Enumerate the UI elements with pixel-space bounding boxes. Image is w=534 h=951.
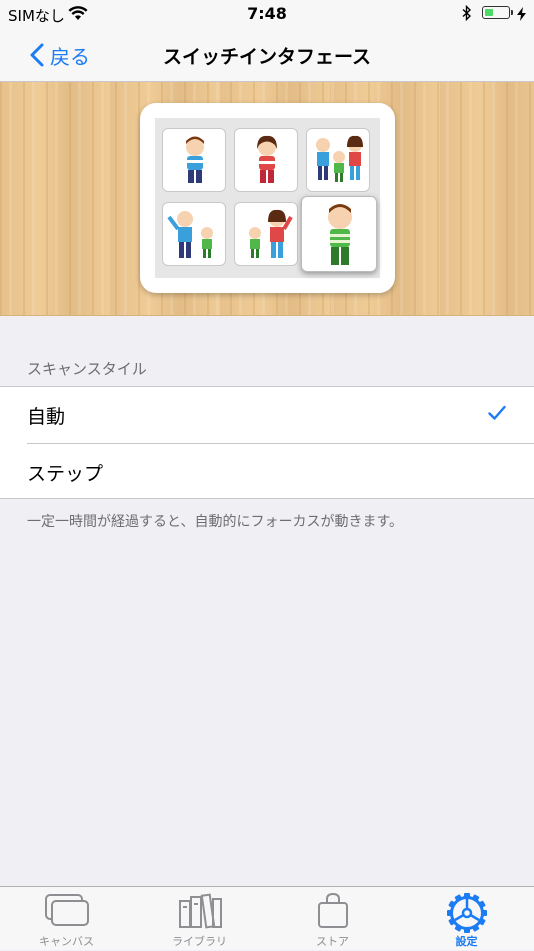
page-title: スイッチインタフェース [162,46,372,68]
status-bar: SIMなし 7:48 [0,0,534,28]
section-header-scan-style: スキャンスタイル [27,360,147,378]
checkmark-icon [488,405,506,425]
mother-son-card-image [234,202,298,266]
switch-interface-illustration [0,82,534,316]
section-footer-note: 一定一時間が経過すると、自動的にフォーカスが動きます。 [27,514,404,530]
tab-canvas[interactable]: キャンバス [0,887,133,951]
option-auto-label: 自動 [27,406,66,428]
option-auto[interactable]: 自動 [0,387,534,443]
illustration-grid [155,118,380,278]
scan-style-options: 自動 ステップ [0,386,534,499]
canvas-icon [0,891,133,935]
girl-card-image [234,128,298,192]
bluetooth-icon [462,4,472,25]
option-step[interactable]: ステップ [0,444,534,500]
tab-settings-label: 設定 [455,935,478,948]
tab-settings[interactable]: 設定 [400,887,533,951]
tab-bar: キャンバス ライブラリ ストア 設定 [0,886,534,950]
clock: 7:48 [247,4,287,23]
father-son-card-image [162,202,226,266]
battery-icon [482,6,510,19]
navigation-bar: 戻る スイッチインタフェース [0,28,534,82]
boy-card-image [162,128,226,192]
store-bag-icon [266,891,399,935]
library-icon [133,891,266,935]
charging-bolt-icon [517,6,526,25]
illustration-tablet-frame [140,103,395,293]
focused-child-card-image [301,196,377,272]
tab-library[interactable]: ライブラリ [133,887,266,951]
tab-store[interactable]: ストア [266,887,399,951]
gear-icon [400,891,533,939]
family-card-image [306,128,370,192]
tab-library-label: ライブラリ [172,935,227,948]
tab-canvas-label: キャンバス [39,935,94,948]
tab-store-label: ストア [316,935,349,948]
option-step-label: ステップ [27,463,104,485]
